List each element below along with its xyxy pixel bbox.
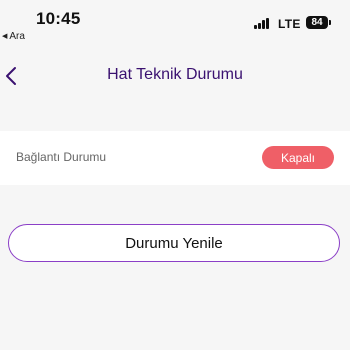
back-to-app-link[interactable]: ◀ Ara bbox=[2, 31, 25, 42]
screen: 10:45 ◀ Ara LTE 84 Hat Teknik Durumu Bağ… bbox=[0, 0, 350, 350]
connection-status-card: Bağlantı Durumu Kapalı bbox=[0, 131, 350, 185]
battery-tip bbox=[329, 20, 331, 25]
battery-level: 84 bbox=[311, 17, 323, 28]
nav-bar: Hat Teknik Durumu bbox=[0, 58, 350, 94]
refresh-status-button[interactable]: Durumu Yenile bbox=[8, 224, 340, 262]
back-triangle-icon: ◀ bbox=[2, 33, 8, 40]
page-title: Hat Teknik Durumu bbox=[107, 66, 243, 83]
back-app-label: Ara bbox=[9, 31, 25, 42]
status-time: 10:45 bbox=[36, 9, 81, 28]
signal-icon bbox=[254, 18, 270, 29]
status-badge: Kapalı bbox=[262, 146, 334, 169]
status-bar: 10:45 ◀ Ara LTE 84 bbox=[0, 0, 350, 46]
connection-status-label: Bağlantı Durumu bbox=[16, 150, 107, 164]
battery-icon: 84 bbox=[306, 16, 328, 29]
network-type: LTE bbox=[278, 17, 301, 31]
